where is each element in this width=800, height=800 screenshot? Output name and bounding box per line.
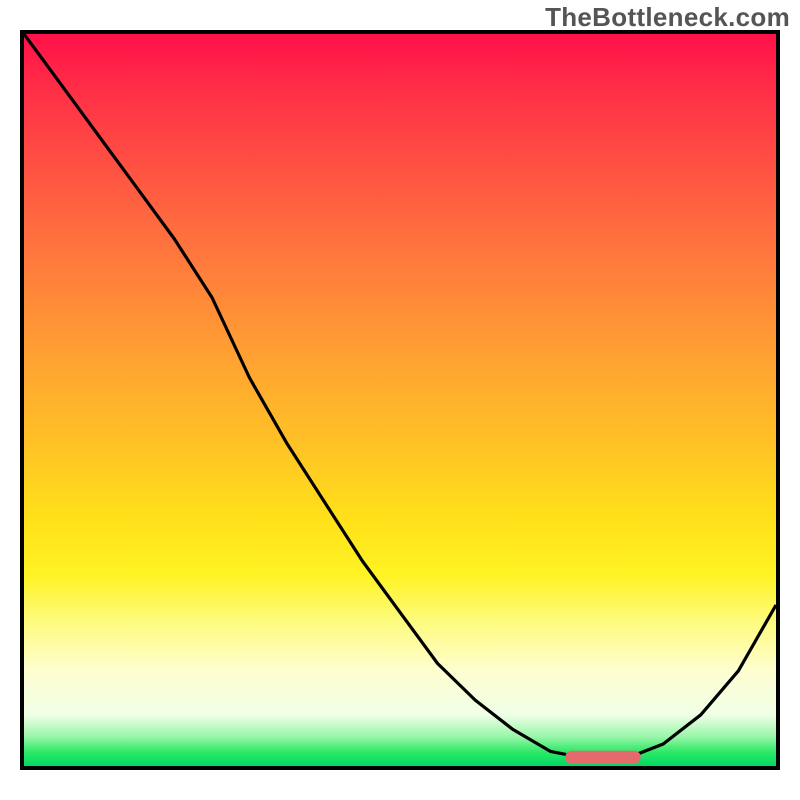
chart-container: TheBottleneck.com: [0, 0, 800, 800]
bottleneck-curve: [24, 34, 776, 759]
watermark-text: TheBottleneck.com: [545, 2, 790, 33]
optimal-marker: [565, 751, 640, 764]
plot-area: [20, 30, 780, 770]
chart-svg: [24, 34, 776, 766]
